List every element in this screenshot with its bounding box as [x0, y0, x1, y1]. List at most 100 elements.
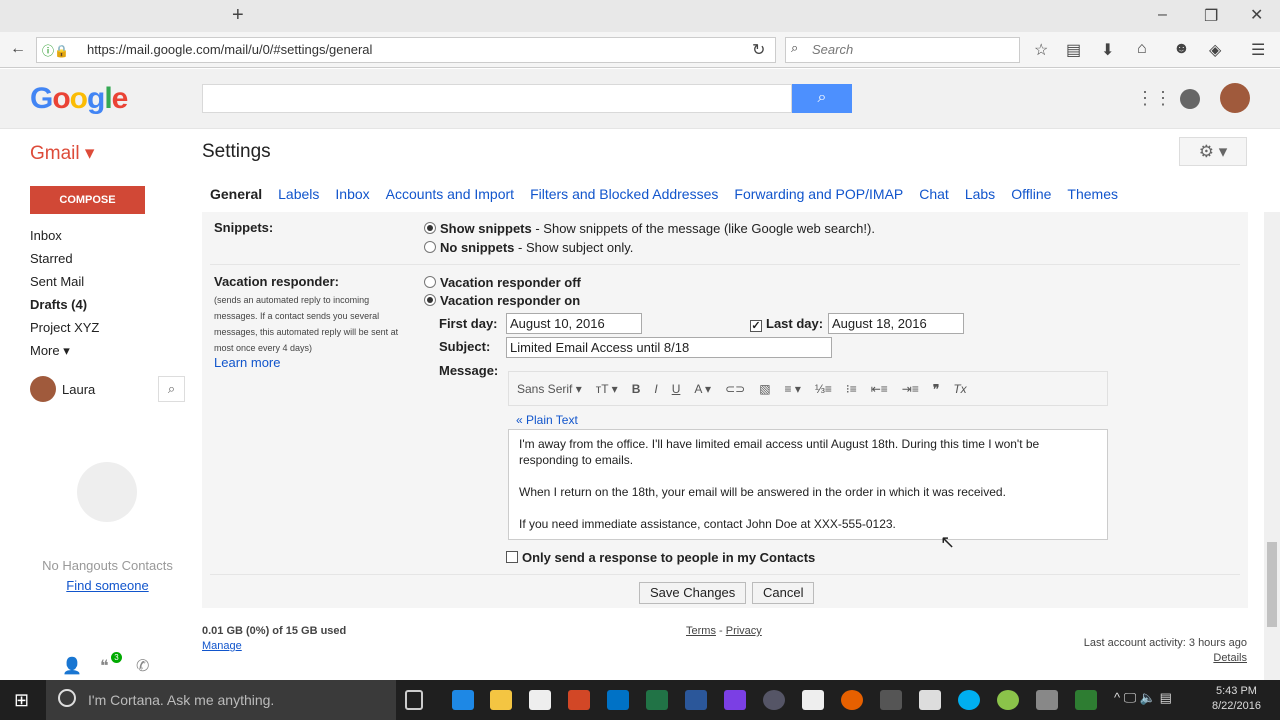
- bulleted-list-icon[interactable]: ⁝≡: [846, 382, 857, 396]
- nav-more[interactable]: More ▾: [30, 343, 70, 359]
- nav-starred[interactable]: Starred: [30, 251, 73, 266]
- task-view-icon[interactable]: [405, 690, 423, 710]
- mail-search-input[interactable]: [202, 84, 792, 113]
- w-app-icon[interactable]: [997, 690, 1019, 710]
- network-drive-icon[interactable]: [1036, 690, 1058, 710]
- edge-icon[interactable]: [452, 690, 474, 710]
- learn-more-link[interactable]: Learn more: [214, 355, 280, 370]
- home-icon[interactable]: ⌂: [1137, 40, 1147, 58]
- file-explorer-icon[interactable]: [490, 690, 512, 710]
- tab-themes[interactable]: Themes: [1067, 186, 1118, 202]
- tab-general[interactable]: General: [210, 186, 262, 202]
- tab-inbox[interactable]: Inbox: [335, 186, 369, 202]
- store-icon[interactable]: [529, 690, 551, 710]
- italic-icon[interactable]: I: [654, 382, 657, 396]
- reload-icon[interactable]: ↻: [752, 40, 765, 60]
- tab-labels[interactable]: Labels: [278, 186, 319, 202]
- scrollbar[interactable]: [1264, 212, 1280, 680]
- font-size-icon[interactable]: тT ▾: [596, 382, 618, 396]
- menu-icon[interactable]: ☰: [1251, 40, 1265, 60]
- h-app-icon[interactable]: [802, 690, 824, 710]
- calculator-icon[interactable]: [919, 690, 941, 710]
- cortana-search[interactable]: I'm Cortana. Ask me anything.: [46, 680, 396, 720]
- pocket-icon[interactable]: ◈: [1209, 40, 1221, 60]
- message-editor[interactable]: I'm away from the office. I'll have limi…: [508, 429, 1108, 540]
- chat-icon[interactable]: ☻: [1173, 40, 1190, 58]
- phone-icon[interactable]: ✆: [136, 656, 149, 676]
- reading-list-icon[interactable]: ▤: [1066, 40, 1081, 60]
- find-someone-link[interactable]: Find someone: [30, 578, 185, 593]
- align-icon[interactable]: ≡ ▾: [785, 382, 801, 396]
- manage-link[interactable]: Manage: [202, 640, 242, 652]
- contacts-only-checkbox[interactable]: Only send a response to people in my Con…: [506, 550, 815, 565]
- font-select[interactable]: Sans Serif ▾: [517, 382, 582, 396]
- link-icon[interactable]: ⊂⊃: [725, 382, 745, 396]
- nav-sent[interactable]: Sent Mail: [30, 274, 84, 289]
- back-icon[interactable]: ←: [10, 40, 26, 58]
- indent-more-icon[interactable]: ⇥≡: [902, 382, 919, 396]
- browser-search-input[interactable]: Search: [785, 37, 1020, 63]
- nav-inbox[interactable]: Inbox: [30, 228, 62, 243]
- subject-input[interactable]: Limited Email Access until 8/18: [506, 337, 832, 358]
- powerpoint-icon[interactable]: [568, 690, 590, 710]
- nav-project-xyz[interactable]: Project XYZ: [30, 320, 99, 335]
- first-day-input[interactable]: August 10, 2016: [506, 313, 642, 334]
- app-icon[interactable]: [880, 690, 902, 710]
- underline-icon[interactable]: U: [672, 382, 681, 396]
- onenote-icon[interactable]: [724, 690, 746, 710]
- last-day-input[interactable]: August 18, 2016: [828, 313, 964, 334]
- word-icon[interactable]: [685, 690, 707, 710]
- quote-icon[interactable]: ❞: [933, 382, 939, 396]
- tab-offline[interactable]: Offline: [1011, 186, 1051, 202]
- close-window-button[interactable]: ✕: [1250, 5, 1263, 25]
- image-icon[interactable]: ▧: [759, 382, 770, 396]
- apps-grid-icon[interactable]: ⋮⋮: [1136, 88, 1172, 109]
- terms-link[interactable]: Terms: [686, 625, 716, 637]
- bold-icon[interactable]: B: [632, 382, 641, 396]
- clock[interactable]: 5:43 PM 8/22/2016: [1212, 684, 1261, 714]
- start-button[interactable]: ⊞: [14, 690, 29, 711]
- numbered-list-icon[interactable]: ⅓≡: [815, 382, 832, 396]
- remove-formatting-icon[interactable]: Tx: [953, 382, 966, 396]
- cancel-button[interactable]: Cancel: [752, 582, 815, 604]
- vacation-off-radio[interactable]: Vacation responder off: [424, 275, 581, 290]
- compose-button[interactable]: COMPOSE: [30, 186, 145, 214]
- hangouts-search-icon[interactable]: ⌕: [158, 376, 185, 402]
- nav-drafts[interactable]: Drafts (4): [30, 297, 87, 312]
- privacy-link[interactable]: Privacy: [726, 625, 762, 637]
- settings-gear-button[interactable]: ⚙ ▾: [1179, 137, 1247, 166]
- contacts-icon[interactable]: 👤: [62, 656, 82, 676]
- gmail-menu[interactable]: Gmail ▾: [30, 142, 94, 165]
- minimize-button[interactable]: –: [1158, 6, 1167, 24]
- tab-labs[interactable]: Labs: [965, 186, 995, 202]
- hangouts-avatar[interactable]: [30, 376, 56, 402]
- show-snippets-radio[interactable]: Show snippets - Show snippets of the mes…: [424, 221, 875, 236]
- skype-icon[interactable]: [958, 690, 980, 710]
- mail-search-button[interactable]: ⌕: [792, 84, 852, 113]
- excel-icon[interactable]: [646, 690, 668, 710]
- system-tray-icons[interactable]: ^ 🖵 🔈 ▤: [1114, 690, 1172, 706]
- restore-button[interactable]: ❐: [1204, 6, 1218, 26]
- details-link[interactable]: Details: [1213, 652, 1247, 664]
- tab-forwarding[interactable]: Forwarding and POP/IMAP: [734, 186, 903, 202]
- notifications-icon[interactable]: [1180, 89, 1200, 109]
- no-snippets-radio[interactable]: No snippets - Show subject only.: [424, 240, 633, 255]
- text-color-icon[interactable]: A ▾: [694, 382, 711, 396]
- url-bar[interactable]: https://mail.google.com/mail/u/0/#settin…: [36, 37, 776, 63]
- hangouts-user[interactable]: Laura: [62, 382, 95, 397]
- indent-less-icon[interactable]: ⇤≡: [871, 382, 888, 396]
- vacation-on-radio[interactable]: Vacation responder on: [424, 293, 580, 308]
- bookmark-star-icon[interactable]: ☆: [1034, 40, 1048, 60]
- download-icon[interactable]: ⬇: [1101, 40, 1114, 60]
- plain-text-link[interactable]: « Plain Text: [516, 413, 578, 427]
- firefox-icon[interactable]: [841, 690, 863, 710]
- new-tab-button[interactable]: +: [232, 4, 244, 27]
- camtasia-icon[interactable]: [1075, 690, 1097, 710]
- hangouts-icon[interactable]: ❝: [100, 656, 109, 676]
- tab-accounts[interactable]: Accounts and Import: [386, 186, 514, 202]
- outlook-icon[interactable]: [607, 690, 629, 710]
- lock-app-icon[interactable]: [763, 690, 785, 710]
- tab-chat[interactable]: Chat: [919, 186, 949, 202]
- save-changes-button[interactable]: Save Changes: [639, 582, 747, 604]
- last-day-checkbox[interactable]: ✓ Last day:: [750, 316, 823, 332]
